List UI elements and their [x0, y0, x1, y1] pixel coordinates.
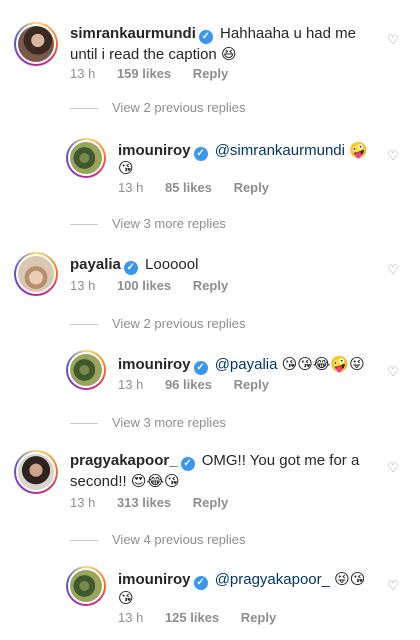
comment-meta: 13 h 159 likes Reply — [70, 66, 246, 81]
avatar[interactable] — [14, 450, 58, 494]
avatar-image — [68, 140, 104, 176]
thread-divider — [70, 324, 98, 326]
reply-button[interactable]: Reply — [193, 66, 228, 81]
verified-badge-icon: ✓ — [123, 261, 138, 275]
emoji: 😍😂😘 — [130, 472, 180, 490]
comment-username[interactable]: pragyakapoor_ — [70, 452, 178, 469]
emoji: 😘😘😂🤪😜 — [281, 355, 365, 373]
likes-count[interactable]: 85 likes — [165, 180, 212, 195]
comment-username[interactable]: simrankaurmundi — [70, 25, 196, 42]
emoji: 🤪 — [349, 141, 368, 159]
reply-text-line2: 😘 — [118, 158, 134, 179]
heart-outline-icon[interactable]: ♡ — [386, 34, 400, 48]
emoji: 😜😘 — [334, 570, 366, 588]
avatar[interactable] — [66, 566, 106, 606]
mention-link[interactable]: @simrankaurmundi — [215, 142, 345, 159]
reply-button[interactable]: Reply — [234, 377, 269, 392]
comment-username[interactable]: payalia — [70, 256, 121, 273]
view-more-replies[interactable]: View 3 more replies — [70, 216, 226, 231]
view-previous-replies[interactable]: View 2 previous replies — [70, 100, 245, 115]
heart-outline-icon[interactable]: ♡ — [386, 366, 400, 380]
comment-body-line2: until i read the caption — [70, 46, 217, 63]
reply-meta: 13 h 125 likes Reply — [118, 610, 294, 625]
comment-text: simrankaurmundi ✓ Hahhaaha u had me — [70, 24, 356, 44]
reply-button[interactable]: Reply — [234, 180, 269, 195]
view-more-replies-label: View 3 more replies — [112, 415, 226, 430]
reply-username[interactable]: imouniroy — [118, 571, 191, 588]
thread-divider — [70, 224, 98, 226]
verified-badge-icon: ✓ — [193, 576, 208, 590]
avatar[interactable] — [66, 138, 106, 178]
comment-text-line2: until i read the caption 😆 — [70, 44, 237, 65]
emoji: 😆 — [220, 45, 237, 63]
avatar[interactable] — [14, 252, 58, 296]
view-more-replies-label: View 3 more replies — [112, 216, 226, 231]
reply-text: imouniroy ✓ @simrankaurmundi 🤪 — [118, 140, 368, 161]
verified-badge-icon: ✓ — [198, 30, 213, 44]
reply-text-line2: 😘 — [118, 588, 134, 609]
mention-link[interactable]: @pragyakapoor_ — [215, 571, 330, 588]
reply-button[interactable]: Reply — [193, 495, 228, 510]
timestamp: 13 h — [118, 180, 144, 195]
likes-count[interactable]: 313 likes — [117, 495, 171, 510]
timestamp: 13 h — [118, 610, 144, 625]
reply-meta: 13 h 85 likes Reply — [118, 180, 287, 195]
comment-text-line2: second!! 😍😂😘 — [70, 471, 180, 492]
avatar[interactable] — [66, 350, 106, 390]
view-previous-replies-label: View 2 previous replies — [112, 316, 246, 331]
thread-divider — [70, 540, 98, 542]
heart-outline-icon[interactable]: ♡ — [386, 264, 400, 278]
avatar-image — [16, 24, 56, 64]
heart-outline-icon[interactable]: ♡ — [386, 462, 400, 476]
likes-count[interactable]: 96 likes — [165, 377, 212, 392]
avatar-image — [16, 452, 56, 492]
likes-count[interactable]: 100 likes — [117, 278, 171, 293]
reply-text: imouniroy ✓ @pragyakapoor_ 😜😘 — [118, 569, 365, 590]
heart-outline-icon[interactable]: ♡ — [386, 150, 400, 164]
comment-text: pragyakapoor_ ✓ OMG!! You got me for a — [70, 451, 359, 471]
timestamp: 13 h — [70, 278, 96, 293]
thread-divider — [70, 423, 98, 425]
emoji: 😘 — [118, 589, 134, 607]
comment-body-line1: Hahhaaha u had me — [220, 25, 356, 42]
likes-count[interactable]: 159 likes — [117, 66, 171, 81]
verified-badge-icon: ✓ — [193, 147, 208, 161]
likes-count[interactable]: 125 likes — [165, 610, 219, 625]
comment-meta: 13 h 100 likes Reply — [70, 278, 246, 293]
avatar-image — [68, 568, 104, 604]
avatar-image — [68, 352, 104, 388]
reply-username[interactable]: imouniroy — [118, 356, 191, 373]
reply-username[interactable]: imouniroy — [118, 142, 191, 159]
timestamp: 13 h — [70, 495, 96, 510]
avatar-image — [16, 254, 56, 294]
verified-badge-icon: ✓ — [193, 361, 208, 375]
thread-divider — [70, 108, 98, 110]
comment-body-line2: second!! — [70, 473, 127, 490]
emoji: 😘 — [118, 159, 134, 177]
reply-text: imouniroy ✓ @payalia 😘😘😂🤪😜 — [118, 354, 365, 375]
view-previous-replies-label: View 4 previous replies — [112, 532, 246, 547]
reply-button[interactable]: Reply — [193, 278, 228, 293]
reply-button[interactable]: Reply — [241, 610, 276, 625]
heart-outline-icon[interactable]: ♡ — [386, 580, 400, 594]
timestamp: 13 h — [70, 66, 96, 81]
comment-body: Loooool — [145, 256, 199, 273]
view-more-replies[interactable]: View 3 more replies — [70, 415, 226, 430]
view-previous-replies-label: View 2 previous replies — [112, 100, 246, 115]
verified-badge-icon: ✓ — [180, 457, 195, 471]
comment-text: payalia ✓ Loooool — [70, 255, 198, 275]
view-previous-replies[interactable]: View 4 previous replies — [70, 532, 245, 547]
mention-link[interactable]: @payalia — [215, 356, 278, 373]
comment-meta: 13 h 313 likes Reply — [70, 495, 246, 510]
timestamp: 13 h — [118, 377, 144, 392]
avatar[interactable] — [14, 22, 58, 66]
reply-meta: 13 h 96 likes Reply — [118, 377, 287, 392]
view-previous-replies[interactable]: View 2 previous replies — [70, 316, 245, 331]
comment-body-line1: OMG!! You got me for a — [201, 452, 360, 469]
